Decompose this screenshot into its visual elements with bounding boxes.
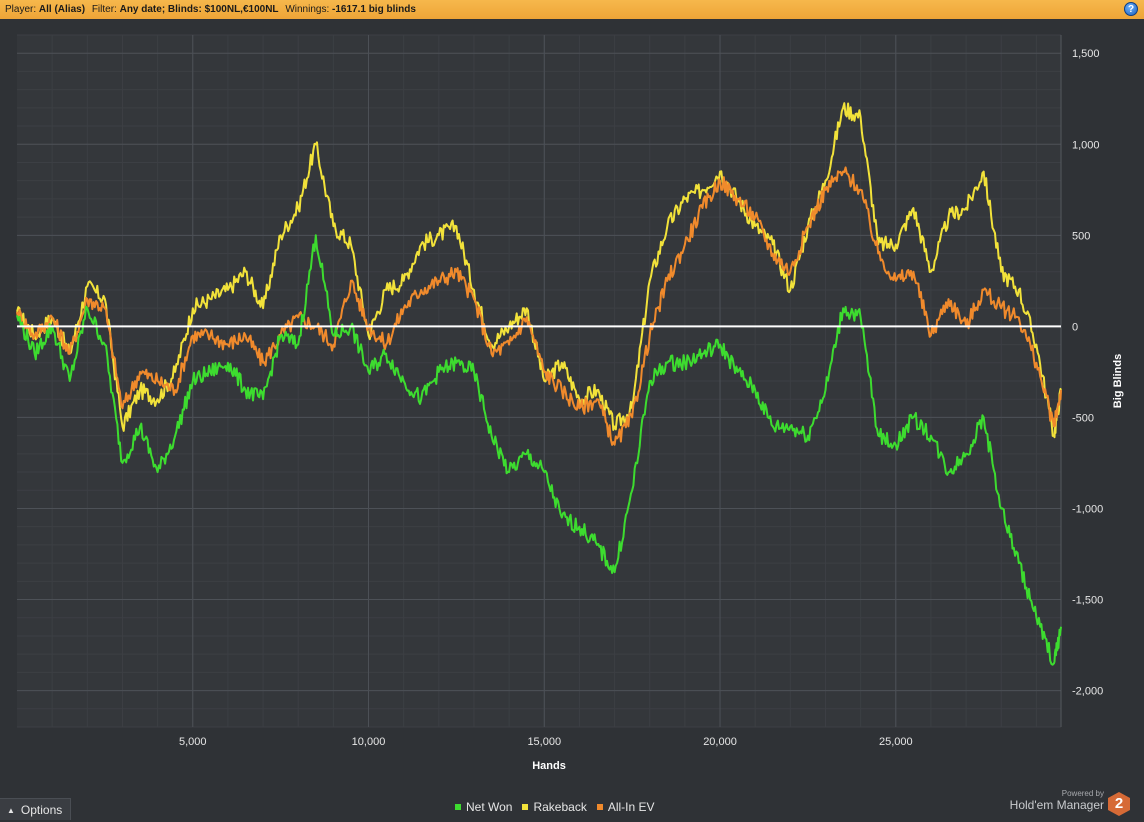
brand-logo-block: Powered by Hold'em Manager 2 — [990, 786, 1130, 818]
legend-swatch — [596, 804, 603, 810]
legend-swatch — [522, 804, 529, 810]
y-tick-label: -1,500 — [1072, 595, 1103, 607]
caret-up-icon: ▲ — [7, 806, 15, 815]
legend-item[interactable]: Net Won — [455, 800, 512, 814]
player-label: Player: — [5, 4, 37, 15]
winnings-value: -1617.1 big blinds — [332, 4, 416, 15]
y-tick-label: -500 — [1072, 412, 1094, 424]
options-label: Options — [20, 803, 63, 817]
x-axis-title: Hands — [532, 760, 566, 772]
y-tick-label: 1,500 — [1072, 48, 1100, 60]
y-axis-title: Big Blinds — [1112, 354, 1124, 408]
chart-legend: Net Won Rakeback All-In EV — [455, 800, 665, 814]
y-tick-label: 0 — [1072, 321, 1078, 333]
header-bar: Player: All (Alias) Filter: Any date; Bl… — [0, 0, 1144, 19]
player-value: All (Alias) — [38, 4, 86, 15]
y-tick-label: -1,000 — [1072, 503, 1103, 515]
x-tick-label: 5,000 — [179, 736, 207, 748]
help-icon[interactable]: ? — [1124, 2, 1138, 16]
legend-label: Rakeback — [533, 800, 587, 814]
brand-name: Hold'em Manager — [1009, 798, 1104, 812]
y-tick-label: 500 — [1072, 230, 1090, 242]
filter-label: Filter: — [91, 4, 117, 15]
legend-swatch — [455, 804, 461, 810]
legend-item[interactable]: Rakeback — [522, 800, 587, 814]
y-tick-label: -2,000 — [1072, 686, 1103, 698]
graph-chart: 1,500 1,000 500 0 -500 -1,000 -1,500 -2,000 5,00… — [16, 34, 1124, 772]
x-tick-label: 10,000 — [352, 736, 386, 748]
x-tick-label: 20,000 — [703, 736, 737, 748]
legend-label: Net Won — [466, 800, 513, 814]
legend-item[interactable]: All-In EV — [596, 800, 655, 814]
y-tick-label: 1,000 — [1072, 139, 1100, 151]
powered-by-text: Powered by — [1061, 789, 1104, 798]
options-button[interactable]: ▲ Options — [0, 798, 71, 820]
filter-value: Any date; Blinds: $100NL,€100NL — [119, 4, 279, 15]
legend-label: All-In EV — [607, 800, 655, 814]
winnings-label: Winnings: — [285, 4, 330, 15]
hem-logo-icon: 2 — [1108, 792, 1130, 816]
x-tick-label: 25,000 — [879, 736, 913, 748]
x-tick-label: 15,000 — [527, 736, 561, 748]
